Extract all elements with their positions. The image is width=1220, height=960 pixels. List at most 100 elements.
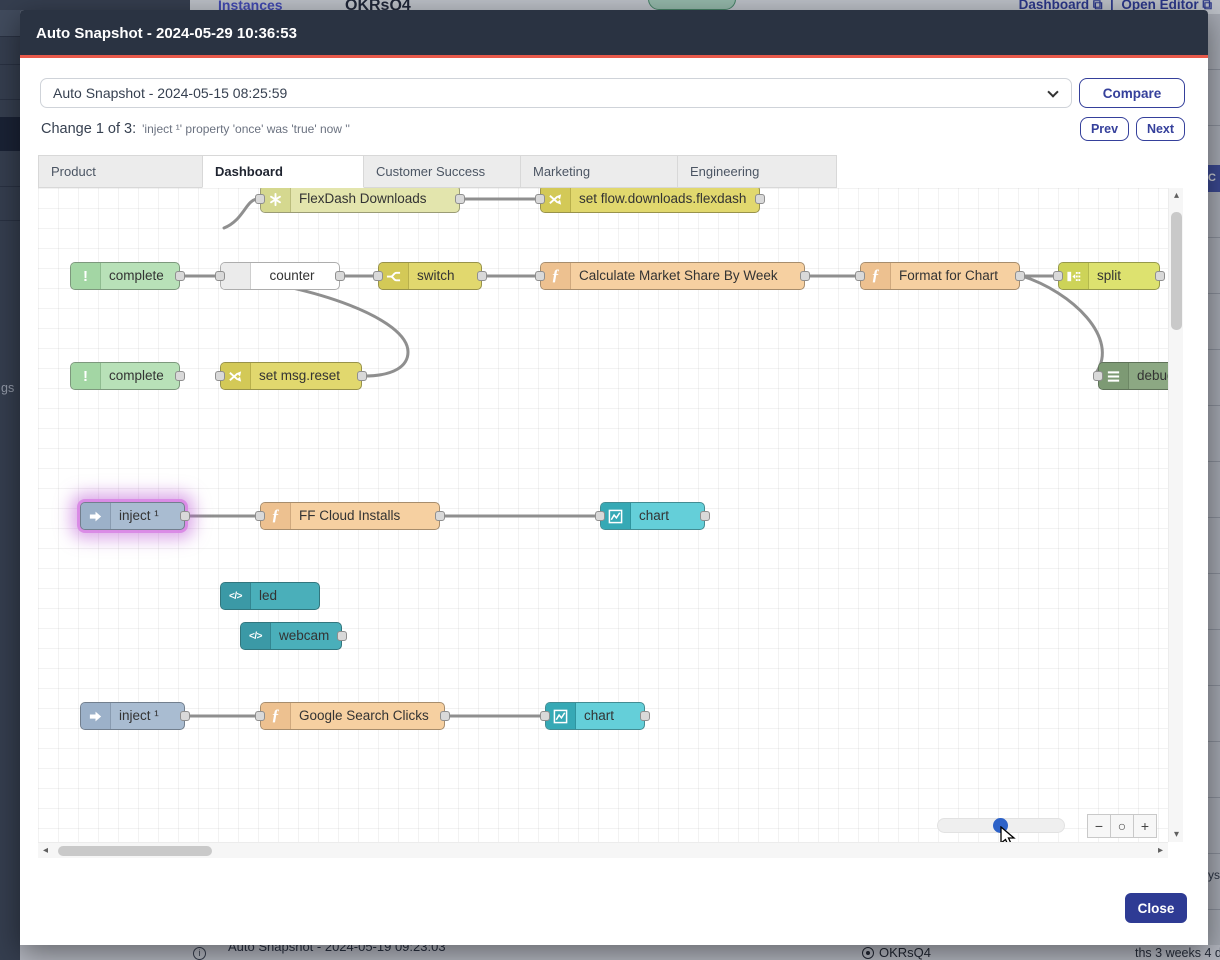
snapshot-select[interactable]: Auto Snapshot - 2024-05-15 08:25:59 (40, 78, 1072, 108)
node-label: chart (584, 703, 638, 729)
input-port[interactable] (255, 194, 265, 204)
close-button[interactable]: Close (1125, 893, 1187, 923)
output-port[interactable] (175, 271, 185, 281)
input-port[interactable] (855, 271, 865, 281)
tab-dashboard[interactable]: Dashboard (202, 155, 364, 188)
input-port[interactable] (1053, 271, 1063, 281)
node-label: led (259, 583, 313, 609)
flow-node-ffcloud[interactable]: ƒ FF Cloud Installs (260, 502, 440, 530)
flow-node-counter[interactable]: counter (220, 262, 340, 290)
tab-product[interactable]: Product (38, 155, 203, 188)
input-port[interactable] (255, 511, 265, 521)
blank-icon (221, 263, 251, 289)
flow-node-complete2[interactable]: !complete (70, 362, 180, 390)
output-port[interactable] (640, 711, 650, 721)
output-port[interactable] (337, 631, 347, 641)
output-port[interactable] (180, 711, 190, 721)
input-port[interactable] (535, 194, 545, 204)
tab-customer-success[interactable]: Customer Success (363, 155, 521, 188)
flow-node-switch[interactable]: switch (378, 262, 482, 290)
horizontal-scroll-thumb[interactable] (58, 846, 212, 856)
flow-node-debug[interactable]: debug (1098, 362, 1168, 390)
output-port[interactable] (180, 511, 190, 521)
flow-node-led[interactable]: </>led (220, 582, 320, 610)
flow-node-chart1[interactable]: chart (600, 502, 705, 530)
input-port[interactable] (215, 271, 225, 281)
flow-node-setflow[interactable]: set flow.downloads.flexdash (540, 188, 760, 213)
snapshot-compare-dialog: Auto Snapshot - 2024-05-29 10:36:53 Auto… (20, 10, 1208, 945)
output-port[interactable] (357, 371, 367, 381)
tab-engineering[interactable]: Engineering (677, 155, 837, 188)
input-port[interactable] (595, 511, 605, 521)
output-port[interactable] (440, 711, 450, 721)
function-icon: ƒ (861, 263, 891, 289)
zoom-reset-button[interactable]: ○ (1110, 814, 1134, 838)
flow-node-webcam[interactable]: </>webcam (240, 622, 342, 650)
inject-arrow-icon (81, 503, 111, 529)
output-port[interactable] (175, 371, 185, 381)
node-label: counter (251, 263, 333, 289)
scroll-left-arrow[interactable]: ◂ (38, 843, 53, 858)
zoom-out-button[interactable]: − (1087, 814, 1111, 838)
scroll-down-arrow[interactable]: ▾ (1169, 827, 1184, 842)
flow-node-format[interactable]: ƒ Format for Chart (860, 262, 1020, 290)
node-label: complete (109, 263, 173, 289)
flow-node-google[interactable]: ƒGoogle Search Clicks (260, 702, 445, 730)
flow-node-setmsg[interactable]: set msg.reset (220, 362, 362, 390)
zoom-in-button[interactable]: + (1133, 814, 1157, 838)
flow-tab-bar: ProductDashboardCustomer SuccessMarketin… (38, 155, 837, 188)
zoom-slider[interactable] (937, 818, 1065, 833)
node-label: switch (417, 263, 475, 289)
output-port[interactable] (1155, 271, 1165, 281)
flow-canvas[interactable]: FlexDash Downloads set flow.downloads.fle… (38, 188, 1168, 842)
node-label: webcam (279, 623, 335, 649)
zoom-slider-thumb[interactable] (993, 818, 1008, 833)
flow-node-calc[interactable]: ƒCalculate Market Share By Week (540, 262, 805, 290)
output-port[interactable] (477, 271, 487, 281)
compare-button[interactable]: Compare (1079, 78, 1185, 108)
scroll-right-arrow[interactable]: ▸ (1153, 843, 1168, 858)
input-port[interactable] (540, 711, 550, 721)
flow-node-complete1[interactable]: ! complete (70, 262, 180, 290)
node-label: split (1097, 263, 1153, 289)
node-label: FF Cloud Installs (299, 503, 433, 529)
tab-marketing[interactable]: Marketing (520, 155, 678, 188)
output-port[interactable] (700, 511, 710, 521)
output-port[interactable] (800, 271, 810, 281)
debug-icon (1099, 363, 1129, 389)
flow-node-split[interactable]: split (1058, 262, 1160, 290)
node-label: Format for Chart (899, 263, 1013, 289)
flow-node-chart2[interactable]: chart (545, 702, 645, 730)
output-port[interactable] (335, 271, 345, 281)
function-icon: ƒ (261, 503, 291, 529)
switch-icon (379, 263, 409, 289)
horizontal-scrollbar[interactable]: ◂ ▸ (38, 842, 1168, 858)
input-port[interactable] (535, 271, 545, 281)
prev-change-button[interactable]: Prev (1080, 117, 1129, 141)
exclamation-icon: ! (71, 263, 101, 289)
vertical-scroll-thumb[interactable] (1171, 212, 1182, 330)
input-port[interactable] (373, 271, 383, 281)
output-port[interactable] (455, 194, 465, 204)
change-detail-text: 'inject ¹' property 'once' was 'true' no… (142, 122, 350, 136)
scroll-up-arrow[interactable]: ▴ (1169, 188, 1184, 203)
input-port[interactable] (1093, 371, 1103, 381)
next-change-button[interactable]: Next (1136, 117, 1185, 141)
split-icon (1059, 263, 1089, 289)
star-icon (261, 188, 291, 212)
input-port[interactable] (255, 711, 265, 721)
output-port[interactable] (1015, 271, 1025, 281)
flow-node-inject2[interactable]: inject ¹ (80, 702, 185, 730)
change-counter-label: Change 1 of 3: (41, 121, 136, 137)
input-port[interactable] (215, 371, 225, 381)
output-port[interactable] (435, 511, 445, 521)
output-port[interactable] (755, 194, 765, 204)
flow-node-flexdash[interactable]: FlexDash Downloads (260, 188, 460, 213)
node-label: inject ¹ (119, 503, 178, 529)
chevron-down-icon (1047, 86, 1058, 97)
screen: gs Instances OKRsQ4 Dashboard ⧉ | Open E… (0, 0, 1220, 960)
chart-icon (546, 703, 576, 729)
node-label: complete (109, 363, 173, 389)
flow-node-inject1[interactable]: inject ¹ (80, 502, 185, 530)
vertical-scrollbar[interactable]: ▴ ▾ (1168, 188, 1183, 842)
